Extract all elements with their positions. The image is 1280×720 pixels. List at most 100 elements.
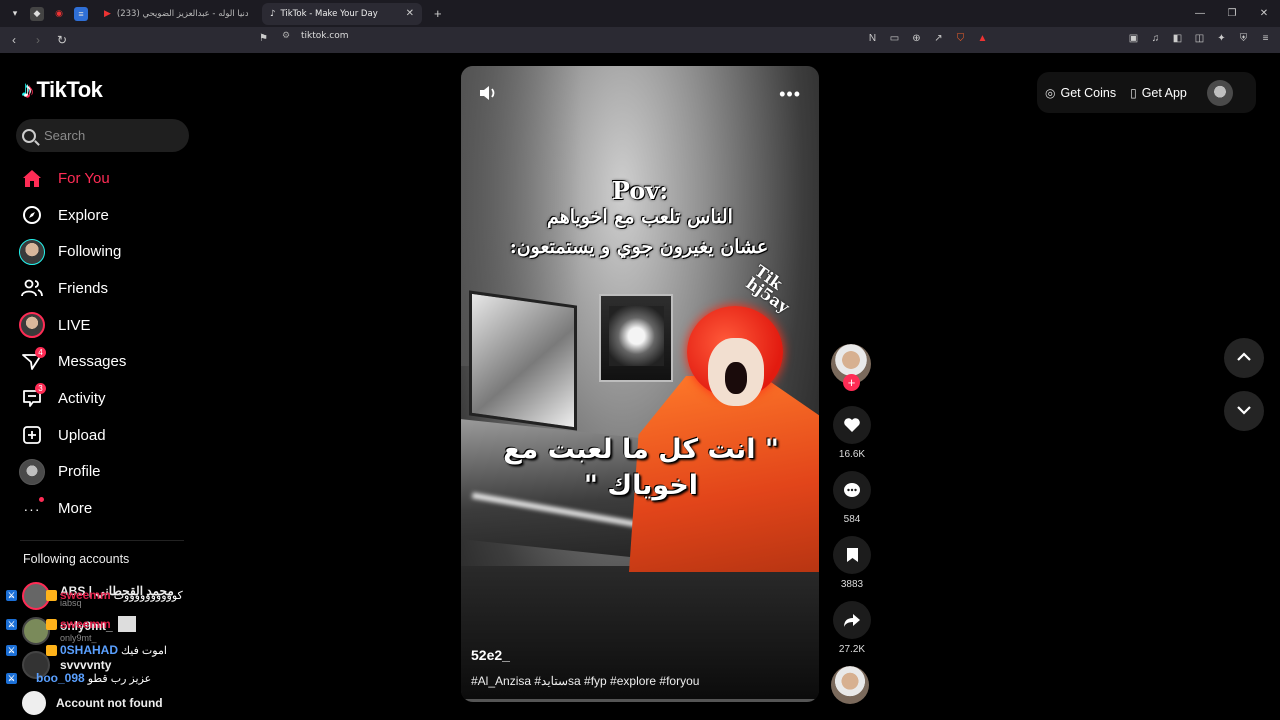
zoom-icon[interactable]: ⊕ <box>910 32 923 45</box>
close-tab-icon[interactable]: ✕ <box>406 8 414 19</box>
mod-badge-icon: ⚔ <box>6 644 17 656</box>
tiktok-logo[interactable]: ♪ TikTok <box>22 77 103 103</box>
volume-icon[interactable] <box>478 84 498 102</box>
video-progress-bar[interactable] <box>461 699 819 702</box>
back-icon[interactable]: ‹ <box>4 33 24 47</box>
activity-icon: 3 <box>18 383 46 412</box>
more-options-icon[interactable]: ••• <box>779 84 801 105</box>
activity-badge: 3 <box>35 383 46 395</box>
browser-tab-bar: ▾ ◆ ◉ ≡ ▶ (233) دنيا الوله - عبدالعزيز ا… <box>0 0 1280 27</box>
upload-icon <box>18 421 46 449</box>
toolbar-icons: ▣ ♫ ◧ ◫ ✦ ⛨ ≡ <box>1127 32 1272 45</box>
reload-icon[interactable]: ↻ <box>52 33 72 47</box>
sub-badge-icon <box>46 618 57 630</box>
wallet-icon[interactable]: ◫ <box>1193 32 1206 45</box>
sidebar-item-profile[interactable]: Profile <box>18 454 126 491</box>
previous-video-button[interactable] <box>1224 338 1264 378</box>
tab-youtube[interactable]: ▶ (233) دنيا الوله - عبدالعزيز الضويحي / <box>96 3 256 25</box>
get-coins-button[interactable]: ◎ Get Coins <box>1045 86 1116 100</box>
messages-icon: 4 <box>18 346 46 376</box>
site-info-icon[interactable]: ⚙ <box>282 31 290 41</box>
chat-message: ⚔ sweemm كووووووووووت <box>6 588 183 602</box>
sidebar-item-explore[interactable]: Explore <box>18 197 126 234</box>
record-icon[interactable]: ◉ <box>52 7 66 21</box>
sidebar-item-activity[interactable]: 3 Activity <box>18 380 126 417</box>
restore-icon[interactable]: ❐ <box>1216 8 1248 19</box>
minimize-icon[interactable]: — <box>1184 8 1216 19</box>
sidebar-item-messages[interactable]: 4 Messages <box>18 343 126 380</box>
sidebar-item-label: Upload <box>58 426 106 444</box>
like-count: 16.6K <box>838 449 866 460</box>
ai-icon[interactable]: ✦ <box>1215 32 1228 45</box>
following-avatar-icon <box>18 238 46 266</box>
user-avatar[interactable] <box>1206 79 1233 106</box>
video-author[interactable]: 52e2_ <box>471 647 510 663</box>
sidebar-item-more[interactable]: ··· More <box>18 490 126 527</box>
close-window-icon[interactable]: ✕ <box>1248 8 1280 19</box>
search-icon <box>22 128 36 143</box>
brave-shield-icon[interactable]: ⛉ <box>954 32 967 45</box>
follow-plus-icon[interactable]: + <box>843 374 860 391</box>
browser-menu-button-icon[interactable]: ≡ <box>1259 32 1272 45</box>
sidebar-item-label: For You <box>58 169 110 187</box>
window-icon[interactable]: ▭ <box>888 32 901 45</box>
sidebar-nav: For You Explore Following Friends LIVE 4 <box>18 160 126 527</box>
video-player[interactable]: Pov: الناس تلعب مع اخوياهم عشان يغيرون ج… <box>461 66 819 702</box>
share-icon[interactable]: ↗ <box>932 32 945 45</box>
creator-avatar[interactable]: + <box>831 344 871 391</box>
sub-badge-icon <box>46 589 57 601</box>
comment-button[interactable]: 584 <box>831 471 873 525</box>
mod-badge-icon: ⚔ <box>6 672 17 684</box>
video-pc <box>599 294 673 382</box>
messages-badge: 4 <box>35 346 46 358</box>
video-description[interactable]: #Al_Anzisa #ستايدsa #fyp #explore #foryo… <box>471 674 699 688</box>
mod-badge-icon: ⚔ <box>6 618 17 630</box>
sidebar-item-label: Activity <box>58 389 106 407</box>
music-icon[interactable]: ♫ <box>1149 32 1162 45</box>
video-caption-line2: عشان يغيرون جوي و يستمتعون: <box>509 236 769 258</box>
sidebar-item-upload[interactable]: Upload <box>18 417 126 454</box>
brave-icon[interactable]: ◆ <box>30 6 44 21</box>
tab-tiktok[interactable]: ♪ TikTok - Make Your Day ✕ <box>262 2 422 25</box>
video-actions: + 16.6K 584 3883 27.2K <box>831 344 873 704</box>
bookmark-icon[interactable]: ⚑ <box>259 33 268 44</box>
sidebar-item-label: Messages <box>58 353 127 371</box>
home-icon <box>18 164 46 192</box>
youtube-icon: ▶ <box>104 8 111 19</box>
vpn-icon[interactable]: ⛨ <box>1237 32 1250 45</box>
sidebar-item-friends[interactable]: Friends <box>18 270 126 307</box>
sidebar-item-for-you[interactable]: For You <box>18 160 126 197</box>
video-caption-line1: الناس تلعب مع اخوياهم <box>547 206 733 228</box>
like-button[interactable]: 16.6K <box>831 406 873 460</box>
chat-message: ⚔ 0SHAHAD اموت فيك <box>6 643 167 657</box>
friends-icon <box>18 274 46 302</box>
notes-icon[interactable]: ≡ <box>74 6 88 21</box>
get-app-button[interactable]: ▯ Get App <box>1130 86 1187 100</box>
share-button[interactable]: 27.2K <box>831 601 873 655</box>
sidebar-item-following[interactable]: Following <box>18 233 126 270</box>
get-coins-label: Get Coins <box>1060 85 1117 100</box>
new-tab-icon[interactable]: + <box>434 6 442 21</box>
browser-menu-icon[interactable]: ▾ <box>8 7 22 21</box>
bookmark-button[interactable]: 3883 <box>831 536 873 590</box>
sidebar-icon[interactable]: ◧ <box>1171 32 1184 45</box>
forward-icon[interactable]: › <box>28 33 48 47</box>
sidebar-item-live[interactable]: LIVE <box>18 307 126 344</box>
divider <box>20 540 184 541</box>
sidebar-item-label: Profile <box>58 463 101 481</box>
rewards-icon[interactable]: ▲ <box>976 32 989 45</box>
video-caption-main: " انت كل ما لعبت مع اخوياك " <box>503 434 779 501</box>
chat-text: كووووووووووت <box>113 589 183 602</box>
url-field[interactable]: ⚙ tiktok.com <box>282 31 349 41</box>
music-disc-avatar[interactable] <box>831 666 869 704</box>
comment-icon <box>833 471 871 509</box>
search-input[interactable] <box>44 128 174 143</box>
logo-text: TikTok <box>36 77 103 102</box>
search-box[interactable] <box>16 119 189 152</box>
media-icon[interactable]: ▣ <box>1127 32 1140 45</box>
bookmark-count: 3883 <box>840 579 864 590</box>
translate-icon[interactable]: N <box>866 32 879 45</box>
next-video-button[interactable] <box>1224 391 1264 431</box>
address-actions: N ▭ ⊕ ↗ ⛉ ▲ <box>866 32 989 45</box>
heart-icon <box>833 406 871 444</box>
